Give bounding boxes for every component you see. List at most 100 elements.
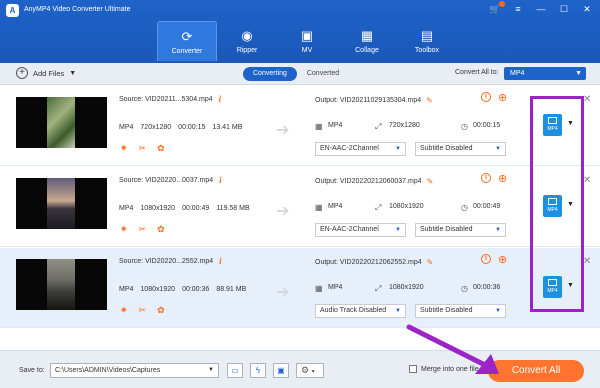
cut-icon[interactable]: ✂ bbox=[139, 143, 147, 154]
add-edit-icon[interactable]: ⊕ bbox=[498, 91, 507, 104]
tab-ripper[interactable]: ◉ Ripper bbox=[217, 21, 277, 61]
tab-collage[interactable]: ▦ Collage bbox=[337, 21, 397, 61]
save-path-select[interactable]: C:\Users\ADMIN\Videos\Captures ▼ bbox=[50, 363, 219, 378]
source-filename: Source: VID20220...2552.mp4 bbox=[119, 258, 214, 265]
close-window-icon[interactable]: ✕ bbox=[580, 3, 594, 15]
palette-icon[interactable]: ✿ bbox=[157, 224, 165, 235]
close-icon[interactable]: ✕ bbox=[583, 94, 591, 105]
tab-toolbox[interactable]: ▤ Toolbox bbox=[397, 21, 457, 61]
palette-icon[interactable]: ✿ bbox=[157, 305, 165, 316]
subtitle-select[interactable]: Subtitle Disabled ▼ bbox=[415, 223, 506, 237]
arrow-right-icon: ➔ bbox=[276, 122, 290, 139]
add-files-label: Add Files bbox=[33, 68, 65, 78]
collage-icon: ▦ bbox=[360, 28, 374, 43]
tab-mv[interactable]: ▣ MV bbox=[277, 21, 337, 61]
save-to-label: Save to: bbox=[19, 367, 45, 374]
source-info: Source: VID20220...0037.mp4 i bbox=[119, 176, 222, 185]
info-icon[interactable]: i bbox=[219, 257, 222, 266]
settings-select[interactable]: ⚙ ▾ bbox=[296, 363, 324, 378]
video-thumbnail[interactable] bbox=[16, 97, 107, 148]
close-icon[interactable]: ✕ bbox=[583, 256, 591, 267]
source-info: Source: VID20220...2552.mp4 i bbox=[119, 257, 222, 266]
tab-label: MV bbox=[301, 47, 313, 54]
chevron-down-icon: ▼ bbox=[495, 227, 501, 233]
audio-track-value: EN-AAC-2Channel bbox=[320, 226, 379, 233]
thumbnail-image bbox=[47, 178, 75, 229]
chevron-down-icon: ▼ bbox=[395, 308, 401, 314]
minimize-icon[interactable]: — bbox=[534, 3, 548, 15]
cut-icon[interactable]: ✂ bbox=[139, 305, 147, 316]
add-files-button[interactable]: + Add Files ▼ bbox=[16, 67, 76, 79]
source-format: MP4 bbox=[119, 124, 134, 131]
video-thumbnail[interactable] bbox=[16, 178, 107, 229]
convert-all-format-select[interactable]: MP4 ▼ bbox=[504, 67, 586, 80]
tab-converter[interactable]: ⟳ Converter bbox=[157, 21, 217, 61]
output-resolution: 1080x1920 bbox=[389, 203, 424, 210]
source-resolution: 1080x1920 bbox=[140, 286, 176, 293]
info-circle-icon[interactable]: i bbox=[481, 92, 491, 102]
format-select-value: MP4 bbox=[510, 70, 525, 77]
chevron-down-icon[interactable]: ▼ bbox=[69, 70, 76, 77]
menu-icon[interactable]: ≡ bbox=[511, 3, 525, 15]
source-size: 13.41 MB bbox=[212, 124, 243, 131]
resize-icon: ⤢ bbox=[375, 284, 382, 293]
notification-dot bbox=[499, 1, 505, 7]
video-thumbnail[interactable] bbox=[16, 259, 107, 310]
edit-pen-icon[interactable]: ✎ bbox=[427, 258, 434, 267]
resize-icon: ⤢ bbox=[375, 122, 382, 131]
source-size: 119.58 MB bbox=[216, 205, 250, 212]
source-resolution: 720x1280 bbox=[140, 124, 172, 131]
format-highlight-box bbox=[530, 96, 584, 312]
audio-track-select[interactable]: EN-AAC-2Channel ▼ bbox=[315, 142, 406, 156]
add-edit-icon[interactable]: ⊕ bbox=[498, 253, 507, 266]
clock-icon: ◷ bbox=[461, 122, 468, 131]
folder-icon[interactable]: ▭ bbox=[227, 363, 243, 378]
source-duration: 00:00:49 bbox=[182, 205, 210, 212]
tab-label: Ripper bbox=[236, 47, 258, 54]
output-info: Output: VID20220212060037.mp4 ✎ bbox=[315, 177, 433, 186]
enhance-icon[interactable]: ✷ bbox=[120, 305, 128, 316]
audio-track-select[interactable]: EN-AAC-2Channel ▼ bbox=[315, 223, 406, 237]
close-icon[interactable]: ✕ bbox=[583, 175, 591, 186]
output-info: Output: VID20220212062552.mp4 ✎ bbox=[315, 258, 433, 267]
main-nav: ⟳ Converter ◉ Ripper ▣ MV ▦ Collage ▤ To… bbox=[157, 21, 457, 61]
cut-icon[interactable]: ✂ bbox=[139, 224, 147, 235]
tab-converting[interactable]: Converting bbox=[243, 67, 297, 81]
subtitle-value: Subtitle Disabled bbox=[420, 226, 473, 233]
output-format: MP4 bbox=[328, 122, 343, 129]
thumbnail-image bbox=[47, 259, 75, 310]
info-icon[interactable]: i bbox=[219, 176, 222, 185]
gear-icon: ⚙ bbox=[301, 365, 310, 375]
subtitle-value: Subtitle Disabled bbox=[420, 145, 473, 152]
film-icon: ▦ bbox=[315, 203, 323, 212]
audio-track-value: Audio Track Disabled bbox=[320, 307, 387, 314]
enhance-icon[interactable]: ✷ bbox=[120, 143, 128, 154]
hardware-accel-icon[interactable]: ϟ bbox=[250, 363, 266, 378]
tab-label: Toolbox bbox=[414, 47, 440, 54]
clock-icon: ◷ bbox=[461, 203, 468, 212]
arrow-right-icon: ➔ bbox=[276, 284, 290, 301]
maximize-icon[interactable]: ☐ bbox=[557, 3, 571, 15]
audio-track-select[interactable]: Audio Track Disabled ▼ bbox=[315, 304, 406, 318]
app-logo-icon: A bbox=[6, 4, 19, 17]
info-circle-icon[interactable]: i bbox=[481, 173, 491, 183]
subtitle-select[interactable]: Subtitle Disabled ▼ bbox=[415, 142, 506, 156]
tab-converted[interactable]: Converted bbox=[297, 67, 349, 81]
info-circle-icon[interactable]: i bbox=[481, 254, 491, 264]
gpu-icon[interactable]: ▣ bbox=[273, 363, 289, 378]
palette-icon[interactable]: ✿ bbox=[157, 143, 165, 154]
chevron-down-icon: ▼ bbox=[208, 367, 214, 373]
file-row[interactable]: Source: VID20211...5304.mp4 i MP4 720x12… bbox=[0, 86, 600, 166]
info-icon[interactable]: i bbox=[219, 95, 222, 104]
output-filename: Output: VID20211029135304.mp4 bbox=[315, 97, 422, 104]
edit-pen-icon[interactable]: ✎ bbox=[427, 177, 434, 186]
add-edit-icon[interactable]: ⊕ bbox=[498, 172, 507, 185]
cart-icon[interactable]: 🛒 bbox=[488, 1, 505, 15]
chevron-down-icon: ▾ bbox=[311, 369, 315, 375]
file-row[interactable]: Source: VID20220...0037.mp4 i MP4 1080x1… bbox=[0, 167, 600, 247]
file-row[interactable]: Source: VID20220...2552.mp4 i MP4 1080x1… bbox=[0, 248, 600, 328]
subtitle-select[interactable]: Subtitle Disabled ▼ bbox=[415, 304, 506, 318]
edit-pen-icon[interactable]: ✎ bbox=[426, 96, 433, 105]
enhance-icon[interactable]: ✷ bbox=[120, 224, 128, 235]
converter-icon: ⟳ bbox=[181, 29, 193, 44]
